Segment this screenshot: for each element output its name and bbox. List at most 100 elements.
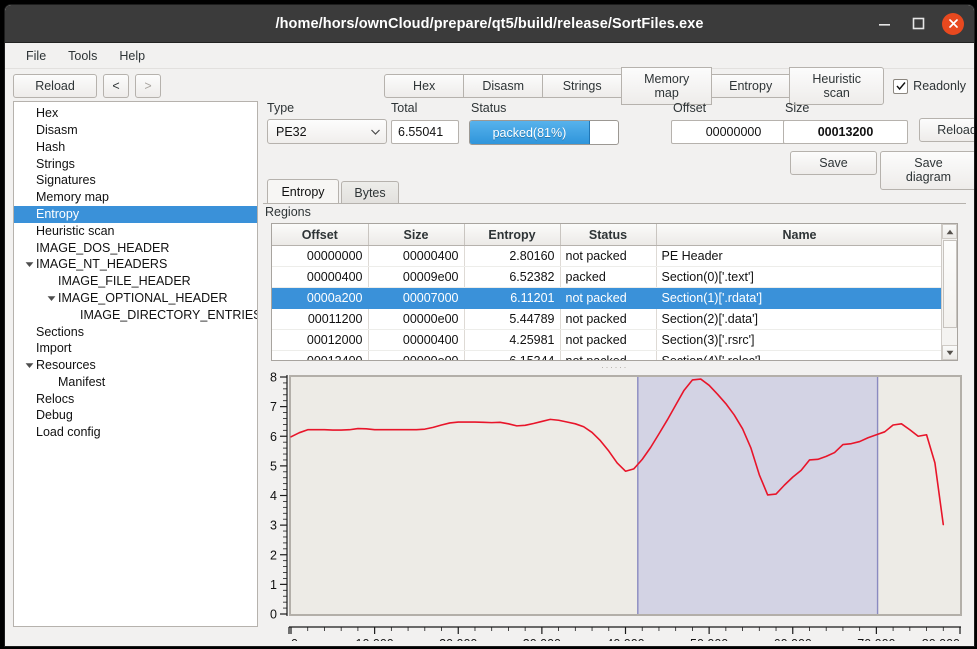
tree-item-resources[interactable]: Resources (14, 357, 257, 374)
cell-status: not packed (560, 245, 657, 267)
chevron-down-icon[interactable] (22, 362, 36, 369)
table-header-entropy[interactable]: Entropy (464, 224, 561, 246)
cell-name: Section(1)['.rdata'] (656, 287, 944, 309)
chart-x-tick-label: 30.000 (523, 637, 561, 641)
tab-underline (263, 203, 966, 204)
table-row[interactable]: 00012000 00000400 4.25981 not packed Section… (272, 329, 944, 351)
menu-tools[interactable]: Tools (59, 46, 106, 66)
panel-splitter[interactable]: ······ (271, 362, 958, 371)
cell-status: packed (560, 266, 657, 288)
tree-item-load-config[interactable]: Load config (14, 424, 257, 441)
tree-item-label: Signatures (36, 173, 96, 188)
table-header-name[interactable]: Name (656, 224, 944, 246)
save-button[interactable]: Save (790, 151, 877, 176)
table-row[interactable]: 00000400 00009e00 6.52382 packed Section(0)[… (272, 266, 944, 288)
status-label: Status (471, 101, 507, 115)
tree-item-import[interactable]: Import (14, 340, 257, 357)
cell-status: not packed (560, 350, 657, 360)
tree-item-label: Strings (36, 156, 75, 171)
tree-item-manifest[interactable]: Manifest (14, 374, 257, 391)
back-button[interactable]: < (103, 73, 129, 99)
size-input[interactable]: 00013200 (783, 120, 908, 144)
tree-item-signatures[interactable]: Signatures (14, 172, 257, 189)
chart-x-tick-label: 70.000 (857, 637, 895, 641)
cell-entropy: 4.25981 (464, 329, 561, 351)
table-header-size[interactable]: Size (368, 224, 465, 246)
tree-item-sections[interactable]: Sections (14, 323, 257, 340)
tree-item-label: IMAGE_NT_HEADERS (36, 257, 168, 272)
tool-bar: Reload < > Hex Disasm Strings Memory map… (5, 66, 974, 106)
menu-file[interactable]: File (17, 46, 55, 66)
scroll-down-icon[interactable] (942, 345, 957, 360)
minimize-icon[interactable] (874, 14, 894, 34)
title-bar: /home/hors/ownCloud/prepare/qt5/build/re… (5, 5, 974, 43)
reload-button[interactable]: Reload (13, 73, 97, 99)
type-label: Type (267, 101, 295, 115)
table-row[interactable]: 00000000 00000400 2.80160 not packed PE Head… (272, 245, 944, 267)
chevron-down-icon[interactable] (44, 295, 58, 302)
tree-item-label: IMAGE_OPTIONAL_HEADER (58, 290, 228, 305)
tree-item-image-nt-headers[interactable]: IMAGE_NT_HEADERS (14, 256, 257, 273)
readonly-checkbox[interactable]: Readonly (893, 78, 966, 94)
table-header-offset[interactable]: Offset (272, 224, 369, 246)
cell-name: Section(2)['.data'] (656, 308, 944, 330)
cell-size: 00000400 (368, 245, 465, 267)
tree-item-debug[interactable]: Debug (14, 407, 257, 424)
tree-item-memory-map[interactable]: Memory map (14, 189, 257, 206)
maximize-icon[interactable] (908, 14, 928, 34)
tree-item-image-optional-header[interactable]: IMAGE_OPTIONAL_HEADER (14, 290, 257, 307)
reload-detail-button[interactable]: Reload (919, 118, 974, 143)
disasm-button[interactable]: Disasm (463, 73, 544, 99)
table-body: 00000000 00000400 2.80160 not packed PE Head… (272, 245, 944, 360)
size-label: Size (785, 101, 810, 115)
cell-status: not packed (560, 308, 657, 330)
chevron-down-icon[interactable] (22, 261, 36, 268)
cell-status: not packed (560, 329, 657, 351)
chevron-down-icon (364, 129, 386, 135)
menu-help[interactable]: Help (110, 46, 154, 66)
offset-input[interactable]: 00000000 (671, 120, 796, 144)
tab-bar: Entropy Bytes (263, 179, 966, 204)
tree-item-heuristic-scan[interactable]: Heuristic scan (14, 223, 257, 240)
chart-x-tick-label: 80.000 (922, 637, 960, 641)
tree-item-hash[interactable]: Hash (14, 139, 257, 156)
table-header-status[interactable]: Status (560, 224, 657, 246)
table-vertical-scrollbar[interactable] (941, 224, 957, 360)
chart-selected-region[interactable] (637, 377, 878, 614)
tab-entropy[interactable]: Entropy (267, 179, 339, 204)
strings-button[interactable]: Strings (542, 73, 623, 99)
navigation-tree-panel[interactable]: Hex Disasm Hash Strings Signatures Memory map… (13, 101, 258, 627)
tab-bytes[interactable]: Bytes (341, 181, 399, 204)
heuristic-scan-button[interactable]: Heuristic scan (789, 66, 885, 106)
table-row[interactable]: 0000a200 00007000 6.11201 not packed Section… (272, 287, 944, 309)
memory-map-button[interactable]: Memory map (621, 66, 713, 106)
hex-button[interactable]: Hex (384, 73, 465, 99)
table-row[interactable]: 00011200 00000e00 5.44789 not packed Section… (272, 308, 944, 330)
tree-item-relocs[interactable]: Relocs (14, 391, 257, 408)
tree-item-entropy[interactable]: Entropy (14, 205, 257, 223)
tree-item-image-dos-header[interactable]: IMAGE_DOS_HEADER (14, 239, 257, 256)
type-select[interactable]: PE32 (267, 119, 387, 144)
cell-offset: 00012400 (272, 350, 369, 360)
screen: /home/hors/ownCloud/prepare/qt5/build/re… (0, 0, 977, 649)
tree-item-disasm[interactable]: Disasm (14, 122, 257, 139)
type-select-value: PE32 (276, 124, 307, 139)
cell-offset: 0000a200 (272, 287, 369, 309)
tree-item-hex[interactable]: Hex (14, 105, 257, 122)
tree-item-label: Debug (36, 408, 73, 423)
cell-offset: 00000400 (272, 266, 369, 288)
forward-button[interactable]: > (135, 73, 161, 99)
tree-item-label: Hash (36, 139, 66, 154)
entropy-button[interactable]: Entropy (711, 73, 791, 99)
chart-y-tick-label: 8 (270, 371, 277, 385)
readonly-label: Readonly (913, 79, 966, 93)
scroll-up-icon[interactable] (942, 224, 957, 239)
tree-item-strings[interactable]: Strings (14, 155, 257, 172)
tree-item-image-file-header[interactable]: IMAGE_FILE_HEADER (14, 273, 257, 290)
tree-item-image-directory-entries[interactable]: IMAGE_DIRECTORY_ENTRIES (14, 307, 257, 324)
close-icon[interactable] (942, 12, 964, 35)
chart-y-tick-label: 7 (270, 400, 277, 414)
menu-bar: File Tools Help (5, 43, 974, 69)
scrollbar-thumb[interactable] (943, 240, 957, 328)
table-row[interactable]: 00012400 00000e00 6.15344 not packed Section… (272, 350, 944, 360)
